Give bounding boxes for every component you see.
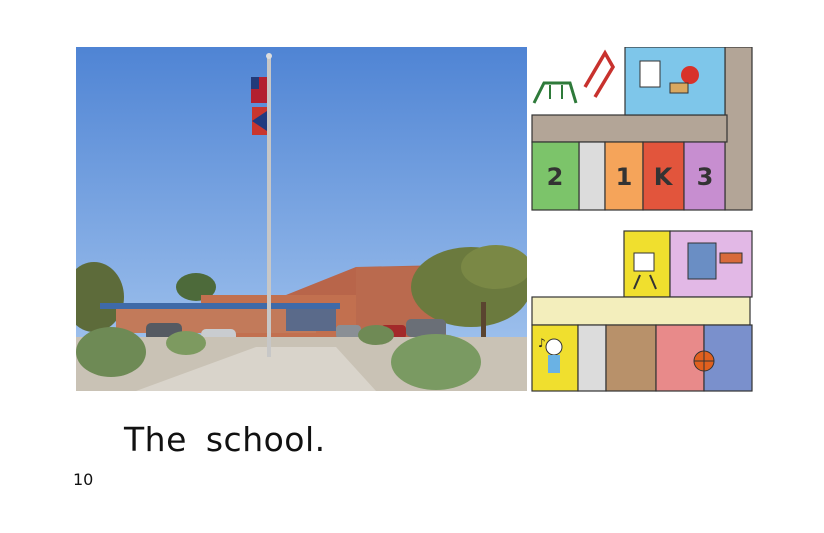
svg-text:♪: ♪ (538, 336, 546, 350)
room-3-label: 3 (697, 163, 714, 191)
school-photo (64, 47, 531, 391)
room-2-label: 2 (547, 163, 564, 191)
slide-icon (583, 49, 616, 98)
basketball-icon (693, 350, 715, 372)
caption: The school. (124, 420, 326, 459)
room-k-label: K (654, 163, 674, 191)
page-number: 10 (73, 470, 94, 489)
swing-icon (532, 81, 578, 104)
school-floor-map: 2 1 K 3 ♪ (530, 46, 755, 393)
room-1-label: 1 (616, 163, 633, 191)
